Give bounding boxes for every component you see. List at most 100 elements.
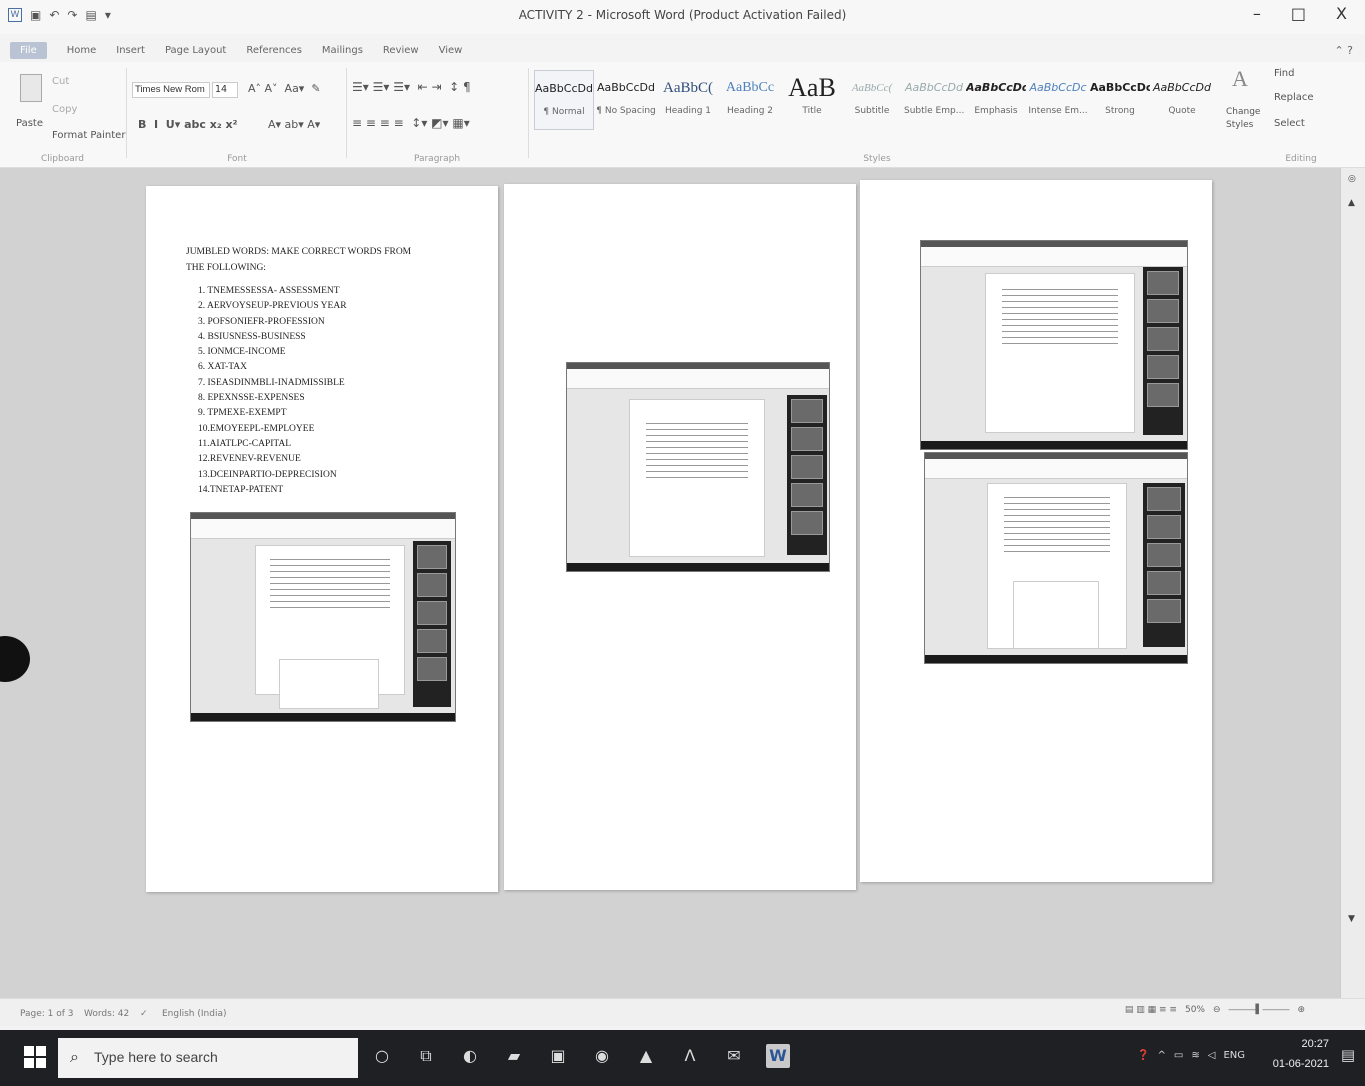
document-area[interactable]: JUMBLED WORDS: MAKE CORRECT WORDS FROM T… (0, 168, 1340, 998)
ribbon-tabs: File Home Insert Page Layout References … (0, 38, 1365, 62)
ruler-toggle-icon[interactable]: ◎ (1348, 174, 1356, 184)
zoom-slider[interactable]: ―――▌――― (1229, 1005, 1290, 1015)
paste-icon[interactable] (20, 74, 42, 102)
vertical-scrollbar[interactable]: ◎ ▲ ▼ (1340, 168, 1365, 1018)
text-color-icon[interactable]: A▾ ab▾ A▾ (268, 118, 320, 131)
style-heading-1[interactable]: AaBbC( Heading 1 (658, 70, 718, 130)
task-view-icon[interactable]: ⧉ (414, 1044, 438, 1068)
clipboard-label: Clipboard (41, 154, 84, 164)
windows-start-icon[interactable] (24, 1046, 46, 1068)
style-strong[interactable]: AaBbCcDc Strong (1090, 70, 1150, 130)
word-window: W ▣ ↶ ↷ ▤ ▾ ACTIVITY 2 - Microsoft Word … (0, 0, 1365, 1086)
notification-icon[interactable]: ▤ (1341, 1046, 1355, 1064)
change-styles-icon[interactable]: A (1232, 66, 1248, 92)
editing-label: Editing (1285, 154, 1317, 164)
store-icon[interactable]: ▣ (546, 1044, 570, 1068)
align-icons[interactable]: ≡ ≡ ≡ ≡ ↕▾ ◩▾ ▦▾ (352, 116, 470, 130)
proofing-icon[interactable]: ✓ (140, 1009, 148, 1019)
chrome-icon[interactable]: ◉ (590, 1044, 614, 1068)
file-explorer-icon[interactable]: ▰ (502, 1044, 526, 1068)
paste-button[interactable]: Paste (16, 118, 43, 129)
restore-button[interactable]: □ (1291, 4, 1306, 23)
embedded-screenshot (566, 362, 830, 572)
tab-review[interactable]: Review (383, 45, 419, 56)
list-item: 6. XAT-TAX (198, 362, 248, 373)
minimize-button[interactable]: – (1253, 4, 1261, 23)
cut-button[interactable]: Cut (52, 76, 69, 87)
app-icon[interactable]: Λ (678, 1044, 702, 1068)
list-item: 9. TPMEXE-EXEMPT (198, 408, 287, 419)
language-indicator[interactable]: English (India) (162, 1009, 226, 1019)
language-tray[interactable]: ENG (1223, 1050, 1245, 1061)
font-size-box[interactable]: 14 (212, 82, 238, 98)
mail-icon[interactable]: ✉ (722, 1044, 746, 1068)
tray-chevron-icon[interactable]: ^ (1158, 1050, 1166, 1061)
taskbar-search-box[interactable]: ⌕ Type here to search (58, 1038, 358, 1078)
cortana-icon[interactable]: ○ (370, 1044, 394, 1068)
battery-icon[interactable]: ▭ (1174, 1050, 1183, 1061)
style-subtle-emphasis[interactable]: AaBbCcDd Subtle Emp... (904, 70, 964, 130)
close-button[interactable]: X (1336, 4, 1347, 23)
list-item: 11.AIATLPC-CAPITAL (198, 438, 292, 449)
title-bar: W ▣ ↶ ↷ ▤ ▾ ACTIVITY 2 - Microsoft Word … (0, 0, 1365, 34)
page-1[interactable]: JUMBLED WORDS: MAKE CORRECT WORDS FROM T… (146, 186, 498, 892)
vlc-icon[interactable]: ▲ (634, 1044, 658, 1068)
help-icon[interactable]: ⌃ ? (1334, 44, 1353, 57)
font-grow-icon[interactable]: A˄ A˅ Aa▾ ✎ (248, 82, 321, 95)
scroll-down-icon[interactable]: ▼ (1348, 914, 1355, 924)
clock-date: 01-06-2021 (1272, 1058, 1329, 1070)
style-subtitle[interactable]: AaBbCc( Subtitle (842, 70, 902, 130)
edge-icon[interactable]: ◐ (458, 1044, 482, 1068)
style-quote[interactable]: AaBbCcDd Quote (1152, 70, 1212, 130)
zoom-out-icon[interactable]: ⊖ (1213, 1005, 1221, 1015)
font-name-box[interactable]: Times New Rom (132, 82, 210, 98)
font-format-icons[interactable]: B I U▾ abc x₂ x² (138, 118, 237, 131)
search-placeholder: Type here to search (94, 1049, 218, 1065)
style-title[interactable]: AaB Title (782, 70, 842, 130)
taskbar-apps: ○ ⧉ ◐ ▰ ▣ ◉ ▲ Λ ✉ W (370, 1044, 790, 1068)
change-styles-button[interactable]: Change Styles (1226, 106, 1266, 132)
font-group: Font (127, 62, 347, 166)
tab-view[interactable]: View (439, 45, 463, 56)
list-item: 1. TNEMESSESSA- ASSESSMENT (198, 286, 340, 296)
tab-file[interactable]: File (10, 41, 47, 59)
view-buttons-icon[interactable]: ▤ ▥ ▦ ≡ ≡ (1125, 1005, 1177, 1015)
page-count[interactable]: Page: 1 of 3 (20, 1009, 74, 1019)
tab-home[interactable]: Home (67, 45, 97, 56)
tab-mailings[interactable]: Mailings (322, 45, 363, 56)
find-button[interactable]: Find (1274, 68, 1295, 79)
page-2[interactable] (504, 184, 856, 890)
style-no-spacing[interactable]: AaBbCcDd ¶ No Spacing (596, 70, 656, 130)
system-tray: ❓ ^ ▭ ≋ ◁ ENG (1137, 1050, 1245, 1061)
replace-button[interactable]: Replace (1274, 92, 1314, 103)
help-tray-icon[interactable]: ❓ (1137, 1050, 1149, 1061)
zoom-level[interactable]: 50% (1185, 1005, 1205, 1015)
page-3[interactable] (860, 180, 1212, 882)
list-item: 14.TNETAP-PATENT (198, 484, 284, 495)
copy-button[interactable]: Copy (52, 104, 77, 115)
style-heading-2[interactable]: AaBbCc Heading 2 (720, 70, 780, 130)
style-emphasis[interactable]: AaBbCcDd Emphasis (966, 70, 1026, 130)
font-label: Font (227, 154, 247, 164)
style-normal[interactable]: AaBbCcDd ¶ Normal (534, 70, 594, 130)
style-intense-emphasis[interactable]: AaBbCcDc Intense Em... (1028, 70, 1088, 130)
list-item: 2. AERVOYSEUP-PREVIOUS YEAR (198, 301, 347, 312)
styles-group: AaBbCcDd ¶ Normal AaBbCcDd ¶ No Spacing … (532, 62, 1222, 166)
list-icons[interactable]: ☰▾ ☰▾ ☰▾ ⇤ ⇥ ↕ ¶ (352, 80, 471, 94)
embedded-screenshot (920, 240, 1188, 450)
scroll-up-icon[interactable]: ▲ (1348, 198, 1355, 208)
format-painter-button[interactable]: Format Painter (52, 130, 125, 141)
tab-page-layout[interactable]: Page Layout (165, 45, 226, 56)
word-taskbar-icon[interactable]: W (766, 1044, 790, 1068)
zoom-in-icon[interactable]: ⊕ (1297, 1005, 1305, 1015)
word-count[interactable]: Words: 42 (84, 1009, 129, 1019)
select-button[interactable]: Select (1274, 118, 1305, 129)
document-heading: JUMBLED WORDS: MAKE CORRECT WORDS FROM T… (186, 247, 412, 273)
volume-icon[interactable]: ◁ (1208, 1050, 1216, 1061)
status-bar: Page: 1 of 3 Words: 42 ✓ English (India)… (0, 998, 1365, 1026)
network-icon[interactable]: ≋ (1191, 1050, 1199, 1061)
taskbar-clock[interactable]: 20:27 01-06-2021 (1273, 1034, 1329, 1074)
tab-insert[interactable]: Insert (116, 45, 145, 56)
tab-references[interactable]: References (246, 45, 302, 56)
jumbled-words-list: 1. TNEMESSESSA- ASSESSMENT 2. AERVOYSEUP… (198, 284, 347, 498)
